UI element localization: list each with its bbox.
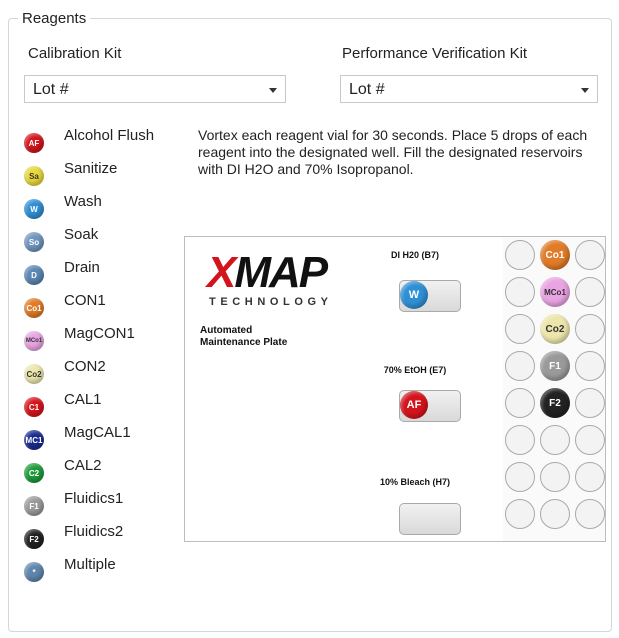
chevron-down-icon bbox=[269, 88, 277, 93]
plate-title: Automated Maintenance Plate bbox=[200, 325, 287, 349]
well-empty bbox=[575, 277, 605, 307]
legend-label: Wash bbox=[64, 192, 102, 210]
fluidics2-icon: F2 bbox=[24, 529, 44, 549]
soak-icon: So bbox=[24, 232, 44, 252]
legend-label: Drain bbox=[64, 258, 100, 276]
cal1-icon: C1 bbox=[24, 397, 44, 417]
well-grid: Co1 MCo1 Co2 F1 F2 bbox=[503, 237, 605, 541]
reservoir-label-b7: DI H20 (B7) bbox=[390, 250, 439, 260]
reservoir-label-e7: 70% EtOH (E7) bbox=[383, 365, 447, 375]
legend-item-fluidics2: F2 Fluidics2 bbox=[24, 522, 124, 549]
legend-item-multiple: * Multiple bbox=[24, 555, 116, 582]
legend-label: Soak bbox=[64, 225, 99, 243]
reservoir-h7 bbox=[399, 503, 461, 535]
reservoir-label-h7: 10% Bleach (H7) bbox=[379, 477, 451, 487]
legend-item-con2: Co2 CON2 bbox=[24, 357, 106, 384]
legend-label: CAL2 bbox=[64, 456, 102, 474]
well-badge: F1 bbox=[540, 351, 570, 381]
wash-icon: W bbox=[24, 199, 44, 219]
legend-item-con1: Co1 CON1 bbox=[24, 291, 106, 318]
well-empty bbox=[540, 462, 570, 492]
well-empty bbox=[505, 425, 535, 455]
con2-icon: Co2 bbox=[24, 364, 44, 384]
multiple-icon: * bbox=[24, 562, 44, 582]
well-empty bbox=[505, 351, 535, 381]
well-empty bbox=[505, 240, 535, 270]
cal2-icon: C2 bbox=[24, 463, 44, 483]
instructions-text: Vortex each reagent vial for 30 seconds.… bbox=[198, 127, 588, 177]
well-empty bbox=[575, 425, 605, 455]
legend-item-alcohol-flush: AF Alcohol Flush bbox=[24, 126, 155, 153]
legend-label: Fluidics2 bbox=[64, 522, 124, 540]
well-badge: Co2 bbox=[540, 314, 570, 344]
well-empty bbox=[505, 277, 535, 307]
well-empty bbox=[505, 314, 535, 344]
well-empty bbox=[540, 425, 570, 455]
well-empty bbox=[505, 388, 535, 418]
panel-title: Reagents bbox=[18, 10, 91, 27]
well-empty bbox=[505, 499, 535, 529]
legend-item-cal1: C1 CAL1 bbox=[24, 390, 102, 417]
legend-label: Multiple bbox=[64, 555, 116, 573]
reservoir-e7: AF bbox=[399, 390, 461, 422]
verification-lot-select[interactable]: Lot # bbox=[340, 75, 598, 103]
svg-text:XMAP: XMAP bbox=[205, 248, 329, 297]
magcal1-icon: MC1 bbox=[24, 430, 44, 450]
drain-icon: D bbox=[24, 265, 44, 285]
sanitize-icon: Sa bbox=[24, 166, 44, 186]
calibration-kit-label: Calibration Kit bbox=[28, 45, 122, 62]
well-empty bbox=[575, 240, 605, 270]
calibration-lot-value: Lot # bbox=[33, 81, 69, 98]
legend-label: CON2 bbox=[64, 357, 106, 375]
legend-label: CON1 bbox=[64, 291, 106, 309]
verification-lot-value: Lot # bbox=[349, 81, 385, 98]
chevron-down-icon bbox=[581, 88, 589, 93]
wash-icon: W bbox=[400, 281, 428, 309]
legend-item-soak: So Soak bbox=[24, 225, 99, 252]
calibration-lot-select[interactable]: Lot # bbox=[24, 75, 286, 103]
well-mco1: MCo1 bbox=[540, 277, 570, 307]
legend-item-drain: D Drain bbox=[24, 258, 100, 285]
legend-label: MagCON1 bbox=[64, 324, 135, 342]
legend-label: Sanitize bbox=[64, 159, 118, 177]
fluidics1-icon: F1 bbox=[24, 496, 44, 516]
plate-title-line2: Maintenance Plate bbox=[200, 337, 288, 348]
legend-item-magcal1: MC1 MagCAL1 bbox=[24, 423, 131, 450]
well-empty bbox=[575, 499, 605, 529]
legend-item-sanitize: Sa Sanitize bbox=[24, 159, 118, 186]
well-empty bbox=[540, 499, 570, 529]
well-empty bbox=[505, 462, 535, 492]
legend-label: MagCAL1 bbox=[64, 423, 131, 441]
well-badge: F2 bbox=[540, 388, 570, 418]
well-f1: F1 bbox=[540, 351, 570, 381]
well-empty bbox=[575, 351, 605, 381]
magcon1-icon: MCo1 bbox=[24, 331, 44, 351]
well-f2: F2 bbox=[540, 388, 570, 418]
legend-label: CAL1 bbox=[64, 390, 102, 408]
maintenance-plate: XMAP TECHNOLOGY Automated Maintenance Pl… bbox=[184, 236, 606, 542]
well-empty bbox=[575, 314, 605, 344]
svg-text:TECHNOLOGY: TECHNOLOGY bbox=[209, 296, 333, 308]
plate-title-line1: Automated bbox=[200, 325, 253, 336]
xmap-logo: XMAP TECHNOLOGY bbox=[204, 247, 375, 314]
legend-item-cal2: C2 CAL2 bbox=[24, 456, 102, 483]
legend-item-wash: W Wash bbox=[24, 192, 102, 219]
well-badge: Co1 bbox=[540, 240, 570, 270]
well-badge: MCo1 bbox=[540, 277, 570, 307]
well-co1: Co1 bbox=[540, 240, 570, 270]
alcohol-flush-icon: AF bbox=[24, 133, 44, 153]
con1-icon: Co1 bbox=[24, 298, 44, 318]
well-empty bbox=[575, 388, 605, 418]
legend-item-fluidics1: F1 Fluidics1 bbox=[24, 489, 124, 516]
verification-kit-label: Performance Verification Kit bbox=[342, 45, 528, 62]
alcohol-flush-icon: AF bbox=[400, 391, 428, 419]
legend-label: Alcohol Flush bbox=[64, 126, 155, 144]
well-co2: Co2 bbox=[540, 314, 570, 344]
reservoir-b7: W bbox=[399, 280, 461, 312]
legend-item-magcon1: MCo1 MagCON1 bbox=[24, 324, 135, 351]
legend-label: Fluidics1 bbox=[64, 489, 124, 507]
well-empty bbox=[575, 462, 605, 492]
